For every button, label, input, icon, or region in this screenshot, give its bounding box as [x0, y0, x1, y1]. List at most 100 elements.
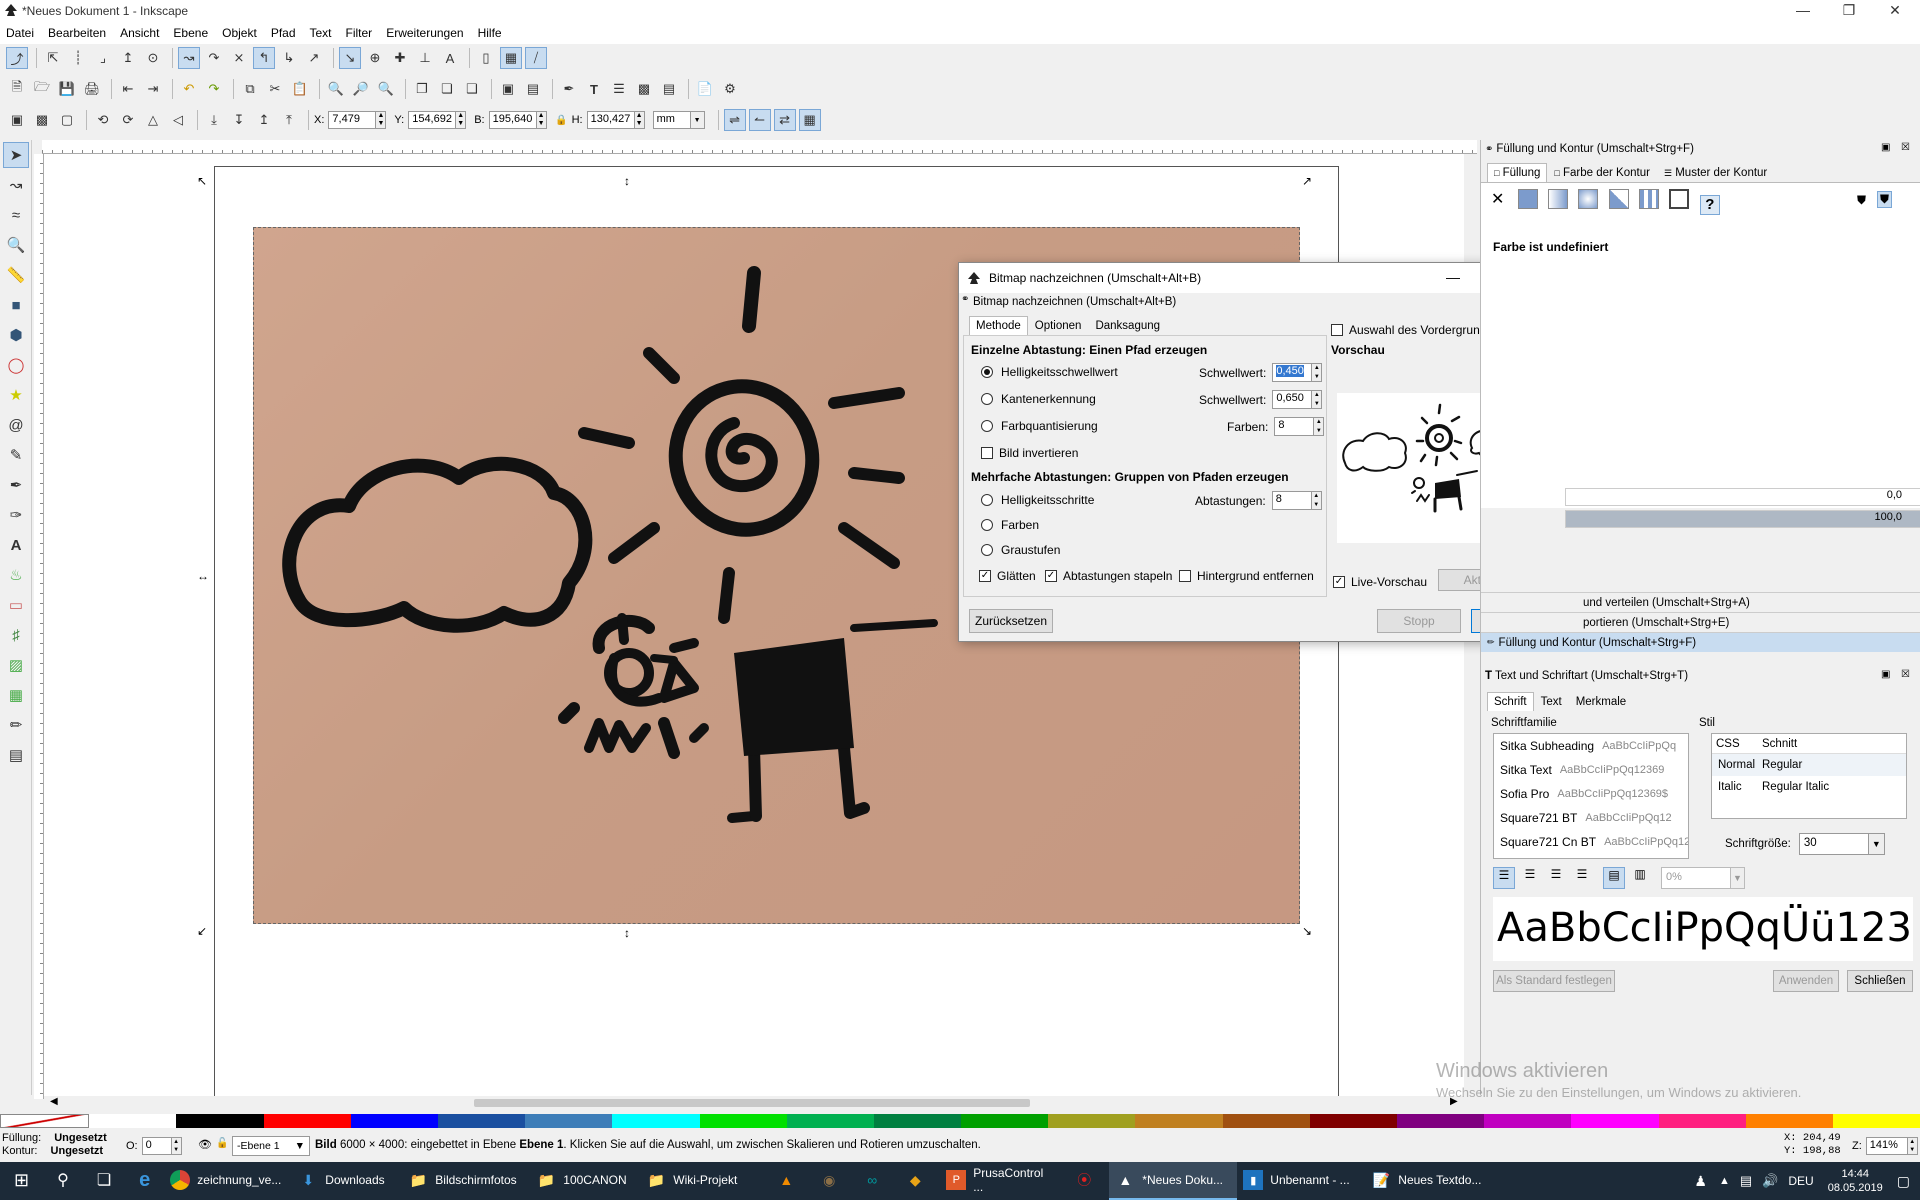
- taskbar-prusacontrol[interactable]: P PrusaControl ...: [940, 1162, 1066, 1200]
- edge-button[interactable]: e: [125, 1162, 164, 1200]
- raise-icon[interactable]: ↥: [253, 109, 275, 131]
- snap-text-baseline-icon[interactable]: ⊥: [414, 47, 436, 69]
- deselect-icon[interactable]: ▢: [56, 109, 78, 131]
- palette-swatch[interactable]: [1745, 1114, 1833, 1128]
- start-button[interactable]: ⊞: [0, 1162, 43, 1200]
- restore-button[interactable]: ❐: [1826, 0, 1872, 22]
- threshold-input[interactable]: 0,450: [1272, 363, 1313, 382]
- unit-dropdown-icon[interactable]: ▼: [690, 111, 705, 129]
- menu-text[interactable]: Text: [310, 26, 332, 40]
- snap-nodes-icon[interactable]: ↝: [178, 47, 200, 69]
- palette-swatch[interactable]: [1309, 1114, 1397, 1128]
- palette-swatch[interactable]: [961, 1114, 1049, 1128]
- radio-steps[interactable]: Helligkeitsschritte: [981, 493, 1094, 507]
- live-preview-checkbox-box[interactable]: ✓: [1333, 576, 1345, 588]
- menu-filter[interactable]: Filter: [346, 26, 373, 40]
- import-icon[interactable]: ⇤: [117, 78, 139, 100]
- siox-checkbox-box[interactable]: [1331, 324, 1343, 336]
- unlink-clone-icon[interactable]: ❑: [461, 78, 483, 100]
- task-view-button[interactable]: ❏: [83, 1162, 125, 1200]
- print-icon[interactable]: 🖨: [81, 78, 103, 100]
- menu-objekt[interactable]: Objekt: [222, 26, 257, 40]
- lock-ratio-icon[interactable]: 🔒: [555, 109, 569, 131]
- snap-midpoint-icon[interactable]: ↗: [303, 47, 325, 69]
- panel-float-icon[interactable]: ▣: [1881, 142, 1890, 153]
- align-distribute-icon[interactable]: ▤: [658, 78, 680, 100]
- taskbar-wiki-projekt[interactable]: 📁 Wiki-Projekt: [640, 1162, 768, 1200]
- palette-swatch[interactable]: [1832, 1114, 1920, 1128]
- opacity-slider[interactable]: 100,0: [1565, 510, 1920, 528]
- reset-button[interactable]: Zurücksetzen: [969, 609, 1053, 633]
- tab-text[interactable]: Text: [1534, 692, 1569, 711]
- menu-hilfe[interactable]: Hilfe: [478, 26, 502, 40]
- font-item[interactable]: Square721 BT AaBbCcIiPpQq12: [1494, 806, 1688, 830]
- spray-tool-icon[interactable]: ♨: [3, 562, 29, 588]
- radio-colors[interactable]: Farben: [981, 518, 1039, 532]
- palette-swatch[interactable]: [89, 1114, 177, 1128]
- tab-danksagung[interactable]: Danksagung: [1088, 316, 1167, 335]
- line-spacing-dropdown-icon[interactable]: ▼: [1731, 867, 1745, 889]
- text-tool-icon[interactable]: A: [3, 532, 29, 558]
- align-left-icon[interactable]: ☰: [1493, 867, 1515, 889]
- palette-swatch[interactable]: [873, 1114, 962, 1128]
- zoom-drawing-icon[interactable]: 🔎: [350, 78, 372, 100]
- palette-swatch[interactable]: [176, 1114, 264, 1128]
- tab-merkmale[interactable]: Merkmale: [1569, 692, 1633, 711]
- snap-bbox-edge-icon[interactable]: ┊: [67, 47, 89, 69]
- style-item[interactable]: Normal Regular: [1712, 754, 1906, 776]
- resize-handle-sw-icon[interactable]: ↙: [197, 924, 207, 938]
- zoom-selection-icon[interactable]: 🔍: [325, 78, 347, 100]
- transform-patterns-icon[interactable]: ▦: [798, 109, 821, 131]
- taskbar-vlc[interactable]: ▲: [768, 1162, 811, 1200]
- y-spinner[interactable]: ▲ ▼: [456, 111, 467, 129]
- colors-spinner[interactable]: ▲ ▼: [1314, 417, 1325, 436]
- tab-stroke-paint[interactable]: □ Farbe der Kontur: [1547, 163, 1657, 182]
- pen-tool-icon[interactable]: ✒: [3, 472, 29, 498]
- font-item[interactable]: Square721 Cn BT AaBbCcIiPpQq123: [1494, 830, 1688, 854]
- invert-checkbox-box[interactable]: [981, 447, 993, 459]
- align-justify-icon[interactable]: ☰: [1571, 867, 1593, 889]
- scale-stroke-icon[interactable]: ⇌: [723, 109, 746, 131]
- snap-smooth-icon[interactable]: ↳: [278, 47, 300, 69]
- palette-swatch[interactable]: [1658, 1114, 1746, 1128]
- w-spinner[interactable]: ▲ ▼: [536, 111, 547, 129]
- unit-select[interactable]: mm ▼: [652, 111, 705, 129]
- radio-edge-control[interactable]: [981, 393, 993, 405]
- menu-bearbeiten[interactable]: Bearbeiten: [48, 26, 106, 40]
- unit-value[interactable]: mm: [652, 111, 691, 129]
- copy-icon[interactable]: ⧉: [239, 78, 261, 100]
- resize-handle-n-icon[interactable]: ↕: [624, 174, 630, 188]
- snap-text-icon[interactable]: A: [439, 47, 461, 69]
- style-list[interactable]: CSS Schnitt Normal Regular Italic Regular I…: [1711, 733, 1907, 819]
- unset-paint-icon[interactable]: ?: [1699, 195, 1720, 215]
- snap-bbox-corner-icon[interactable]: ⌟: [92, 47, 114, 69]
- measure-tool-icon[interactable]: 📏: [3, 262, 29, 288]
- 3d-box-tool-icon[interactable]: ⬢: [3, 322, 29, 348]
- redo-icon[interactable]: ↷: [203, 78, 225, 100]
- edge-threshold-spinner[interactable]: ▲ ▼: [1312, 390, 1323, 409]
- tab-fill[interactable]: □ Füllung: [1487, 163, 1548, 182]
- zoom-tool-icon[interactable]: 🔍: [3, 232, 29, 258]
- radio-colors-control[interactable]: [981, 519, 993, 531]
- w-input[interactable]: 195,640: [488, 111, 537, 129]
- font-size-input[interactable]: 30: [1798, 833, 1869, 855]
- radio-gray[interactable]: Graustufen: [981, 543, 1060, 557]
- opacity-input[interactable]: 0: [141, 1137, 172, 1155]
- taskbar-gimp[interactable]: ◉: [811, 1162, 854, 1200]
- taskbar-downloads[interactable]: ⬇ Downloads: [292, 1162, 402, 1200]
- font-family-list[interactable]: Sitka Subheading AaBbCcIiPpQq Sitka Text A…: [1493, 733, 1689, 859]
- tab-stroke-style[interactable]: ☰ Muster der Kontur: [1657, 163, 1774, 182]
- snap-toggle-icon[interactable]: ⤴: [6, 47, 28, 69]
- palette-swatch[interactable]: [525, 1114, 613, 1128]
- fill-rule-evenodd-icon[interactable]: ⛊: [1857, 193, 1866, 208]
- volume-icon[interactable]: 🔊: [1762, 1173, 1778, 1189]
- scans-spinner[interactable]: ▲ ▼: [1311, 491, 1322, 510]
- fill-stroke-icon[interactable]: ✒: [558, 78, 580, 100]
- export-icon[interactable]: ⇥: [142, 78, 164, 100]
- gradient-tool-icon[interactable]: ▨: [3, 652, 29, 678]
- taskbar-app[interactable]: ◆: [897, 1162, 940, 1200]
- radio-gray-control[interactable]: [981, 544, 993, 556]
- group-icon[interactable]: ▣: [497, 78, 519, 100]
- zoom-page-icon[interactable]: 🔍: [375, 78, 397, 100]
- zoom-spinner[interactable]: ▲ ▼: [1907, 1137, 1918, 1155]
